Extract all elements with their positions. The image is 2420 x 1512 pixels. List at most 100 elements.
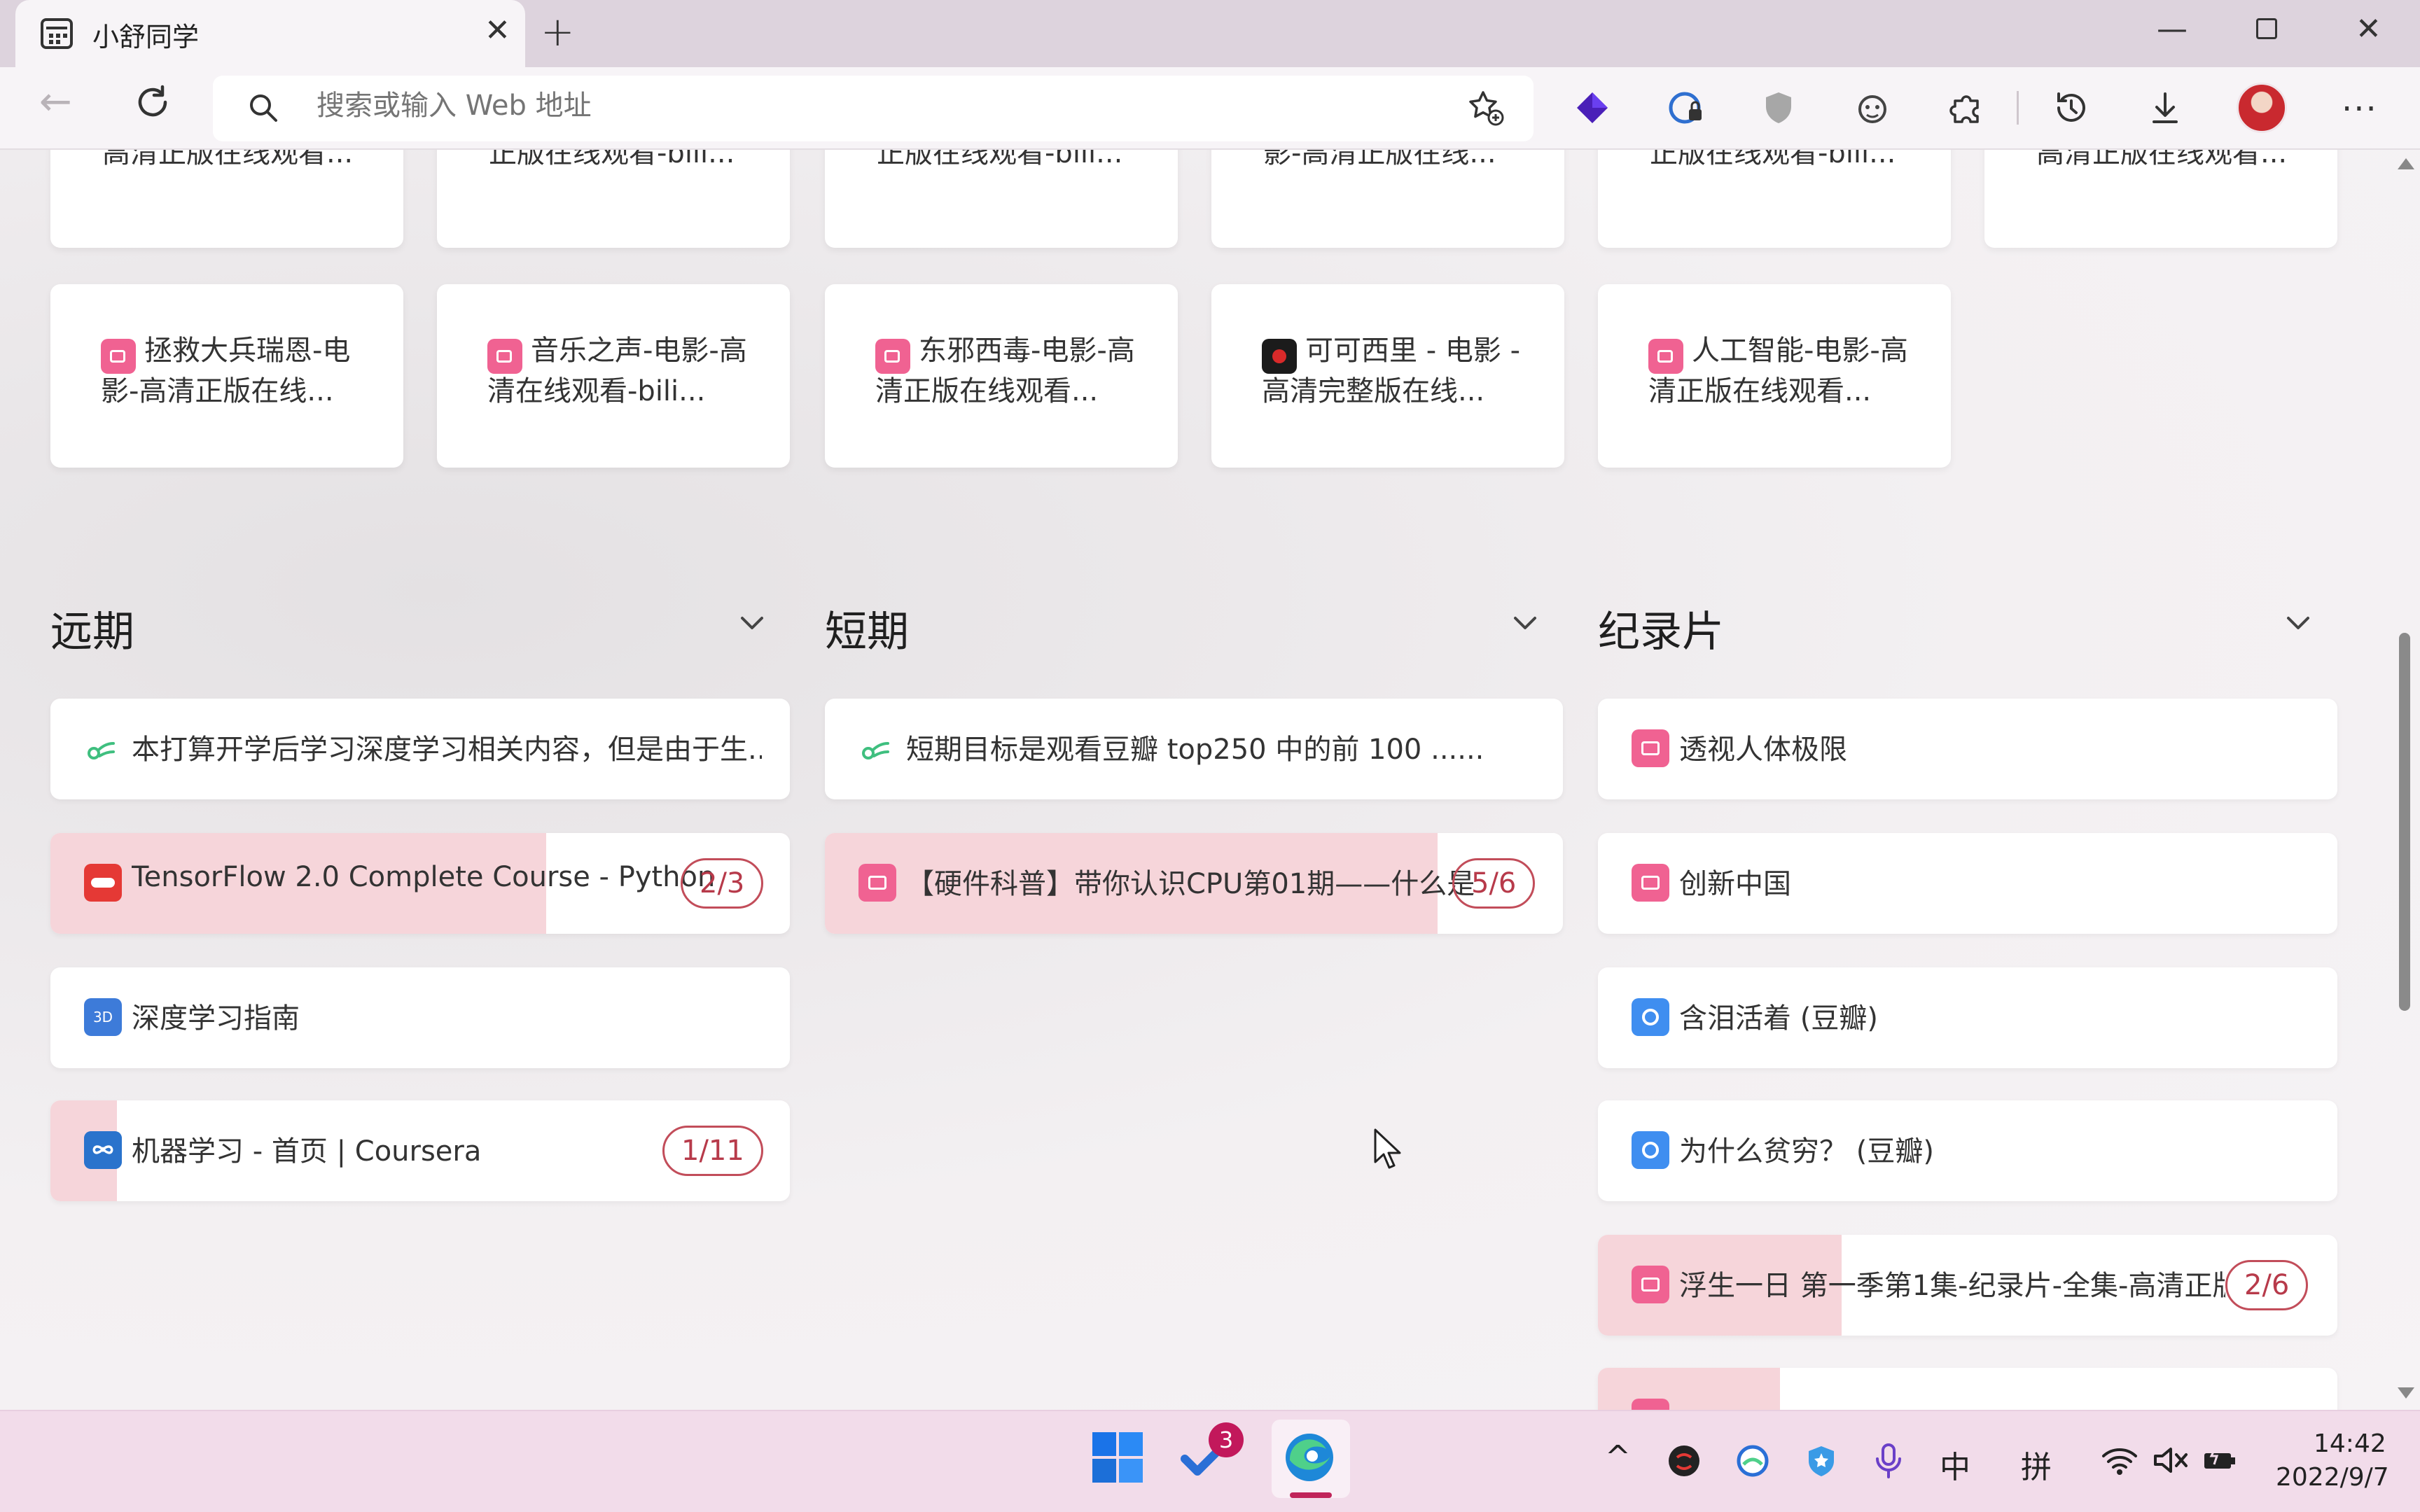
browser-tab[interactable]: 小舒同学 ✕ <box>15 0 525 67</box>
movie-card[interactable]: 正版在线观看-bili... <box>437 150 790 248</box>
movie-card[interactable]: 正版在线观看-bili... <box>825 150 1178 248</box>
tray-app-icon[interactable] <box>1667 1443 1702 1478</box>
movie-card-label: 音乐之声-电影-高清在线观看-bili... <box>487 335 747 407</box>
note-icon <box>862 742 889 760</box>
movie-card-label: 正版在线观看-bili... <box>877 150 1123 169</box>
list-item-label: 创新中国 <box>1679 868 1791 900</box>
bilibili-icon <box>1632 864 1669 902</box>
list-item[interactable]: 浮生一日 第一季第1集-纪录片-全集-高清正版 2/6 <box>1598 1235 2337 1336</box>
list-item[interactable]: 3D 深度学习指南 <box>50 967 790 1068</box>
taskbar-active-indicator <box>1290 1492 1332 1498</box>
movie-card[interactable]: 正版在线观看-bili... <box>1598 150 1951 248</box>
close-window-button[interactable]: ✕ <box>2356 14 2381 45</box>
minimize-button[interactable]: — <box>2157 14 2188 45</box>
history-icon[interactable] <box>2052 88 2091 127</box>
movie-card[interactable]: 拯救大兵瑞恩-电影-高清正版在线... <box>50 284 403 468</box>
tray-overflow-chevron-icon[interactable]: ^ <box>1605 1439 1631 1475</box>
list-item[interactable]: 含泪活着 (豆瓣) <box>1598 967 2337 1068</box>
section-title-long-term: 远期 <box>50 608 134 657</box>
tab-title: 小舒同学 <box>92 22 200 52</box>
list-item-label: 含泪活着 (豆瓣) <box>1679 1002 1878 1035</box>
movie-card-label: 正版在线观看-bili... <box>489 150 735 169</box>
extensions-puzzle-icon[interactable] <box>1947 88 1986 127</box>
movie-card[interactable]: 东邪西毒-电影-高清正版在线观看... <box>825 284 1178 468</box>
calendar-icon <box>41 18 73 49</box>
list-item[interactable]: 机器学习 - 首页 | Coursera 1/11 <box>50 1100 790 1201</box>
tab-close-icon[interactable]: ✕ <box>485 15 510 46</box>
microphone-icon[interactable] <box>1872 1442 1905 1480</box>
progress-badge: 1/11 <box>662 1126 763 1176</box>
movie-card-label: 拯救大兵瑞恩-电影-高清正版在线... <box>101 335 351 407</box>
download-icon[interactable] <box>2146 88 2185 127</box>
notification-badge: 3 <box>1209 1422 1244 1457</box>
chevron-down-icon[interactable] <box>1508 606 1542 640</box>
bilibili-icon <box>1632 1399 1669 1410</box>
clock-date[interactable]: 2022/9/7 <box>2276 1463 2389 1492</box>
address-bar[interactable] <box>213 76 1534 141</box>
ime-language-indicator[interactable]: 中 <box>1940 1442 1970 1487</box>
movie-card[interactable]: 影-高清正版在线... <box>1211 150 1564 248</box>
movie-card-label: 影-高清正版在线... <box>1263 150 1496 169</box>
list-item[interactable] <box>1598 1368 2337 1410</box>
new-tab-page: 高清正版在线观看... 正版在线观看-bili... 正版在线观看-bili..… <box>0 150 2420 1410</box>
list-item[interactable]: 创新中国 <box>1598 833 2337 934</box>
toolbar-divider <box>2017 91 2019 125</box>
list-item-label: 透视人体极限 <box>1679 734 1847 766</box>
bilibili-icon <box>1632 729 1669 767</box>
movie-card[interactable]: 高清正版在线观看... <box>1984 150 2337 248</box>
progress-badge: 5/6 <box>1452 858 1536 909</box>
extension-lock-icon[interactable] <box>1667 88 1706 127</box>
tray-network-app-icon[interactable] <box>1735 1443 1770 1478</box>
chevron-down-icon[interactable] <box>735 606 769 640</box>
refresh-icon[interactable] <box>133 83 172 122</box>
movie-card[interactable]: 音乐之声-电影-高清在线观看-bili... <box>437 284 790 468</box>
mouse-cursor-icon <box>1374 1128 1401 1169</box>
edge-browser-icon[interactable] <box>1281 1429 1337 1485</box>
movie-card-label: 正版在线观看-bili... <box>1650 150 1896 169</box>
clock-time[interactable]: 14:42 <box>2314 1429 2386 1458</box>
scroll-up-arrow[interactable] <box>2398 158 2414 169</box>
list-item[interactable]: TensorFlow 2.0 Complete Course - Python … <box>50 833 790 934</box>
list-item-label: 浮生一日 第一季第1集-纪录片-全集-高清正版 <box>1679 1270 2225 1302</box>
progress-badge: 2/3 <box>681 858 764 909</box>
wifi-icon[interactable] <box>2101 1445 2139 1476</box>
windows-start-icon[interactable] <box>1090 1429 1146 1485</box>
movie-card-label: 东邪西毒-电影-高清正版在线观看... <box>875 335 1135 407</box>
movie-card-label: 高清正版在线观看... <box>2036 150 2288 169</box>
douban-icon <box>1632 1131 1669 1169</box>
list-item-label: 【硬件科普】带你认识CPU第01期——什么是 <box>906 868 1475 900</box>
ime-mode-indicator[interactable]: 拼 <box>2021 1442 2052 1487</box>
extension-diamond-icon[interactable] <box>1573 88 1612 127</box>
scrollbar-thumb[interactable] <box>2399 633 2410 1011</box>
list-item[interactable]: 为什么贫穷？ (豆瓣) <box>1598 1100 2337 1201</box>
progress-fill <box>1598 1368 1780 1410</box>
movie-card[interactable]: 高清正版在线观看... <box>50 150 403 248</box>
note-icon <box>88 742 115 760</box>
battery-charging-icon[interactable] <box>2202 1445 2239 1476</box>
profile-avatar[interactable] <box>2237 83 2287 133</box>
section-title-documentary: 纪录片 <box>1598 608 1724 657</box>
list-item[interactable]: 透视人体极限 <box>1598 699 2337 799</box>
douban-icon <box>1632 998 1669 1036</box>
back-button[interactable]: ← <box>39 83 72 122</box>
extension-monkey-icon[interactable] <box>1853 88 1892 127</box>
tray-shield-app-icon[interactable] <box>1804 1443 1839 1478</box>
new-tab-button[interactable]: + <box>541 11 575 52</box>
list-item[interactable]: 【硬件科普】带你认识CPU第01期——什么是 5/6 <box>825 833 1563 934</box>
progress-badge: 2/6 <box>2225 1260 2309 1310</box>
list-item[interactable]: 本打算开学后学习深度学习相关内容，但是由于生... <box>50 699 790 799</box>
chevron-down-icon[interactable] <box>2281 606 2315 640</box>
scroll-down-arrow[interactable] <box>2398 1387 2414 1399</box>
bilibili-icon <box>858 864 896 902</box>
book-icon: 3D <box>84 998 122 1036</box>
movie-card-label: 人工智能-电影-高清正版在线观看... <box>1648 335 1908 407</box>
add-favorite-icon[interactable] <box>1466 88 1505 127</box>
list-item[interactable]: 短期目标是观看豆瓣 top250 中的前 100 ...... <box>825 699 1563 799</box>
movie-card[interactable]: 可可西里 - 电影 - 高清完整版在线... <box>1211 284 1564 468</box>
extension-shield-icon[interactable] <box>1759 88 1798 127</box>
restore-button[interactable] <box>2256 18 2277 39</box>
movie-card[interactable]: 人工智能-电影-高清正版在线观看... <box>1598 284 1951 468</box>
volume-muted-icon[interactable] <box>2153 1445 2190 1476</box>
more-menu-icon[interactable]: ··· <box>2342 90 2378 129</box>
address-input[interactable] <box>317 90 1367 122</box>
